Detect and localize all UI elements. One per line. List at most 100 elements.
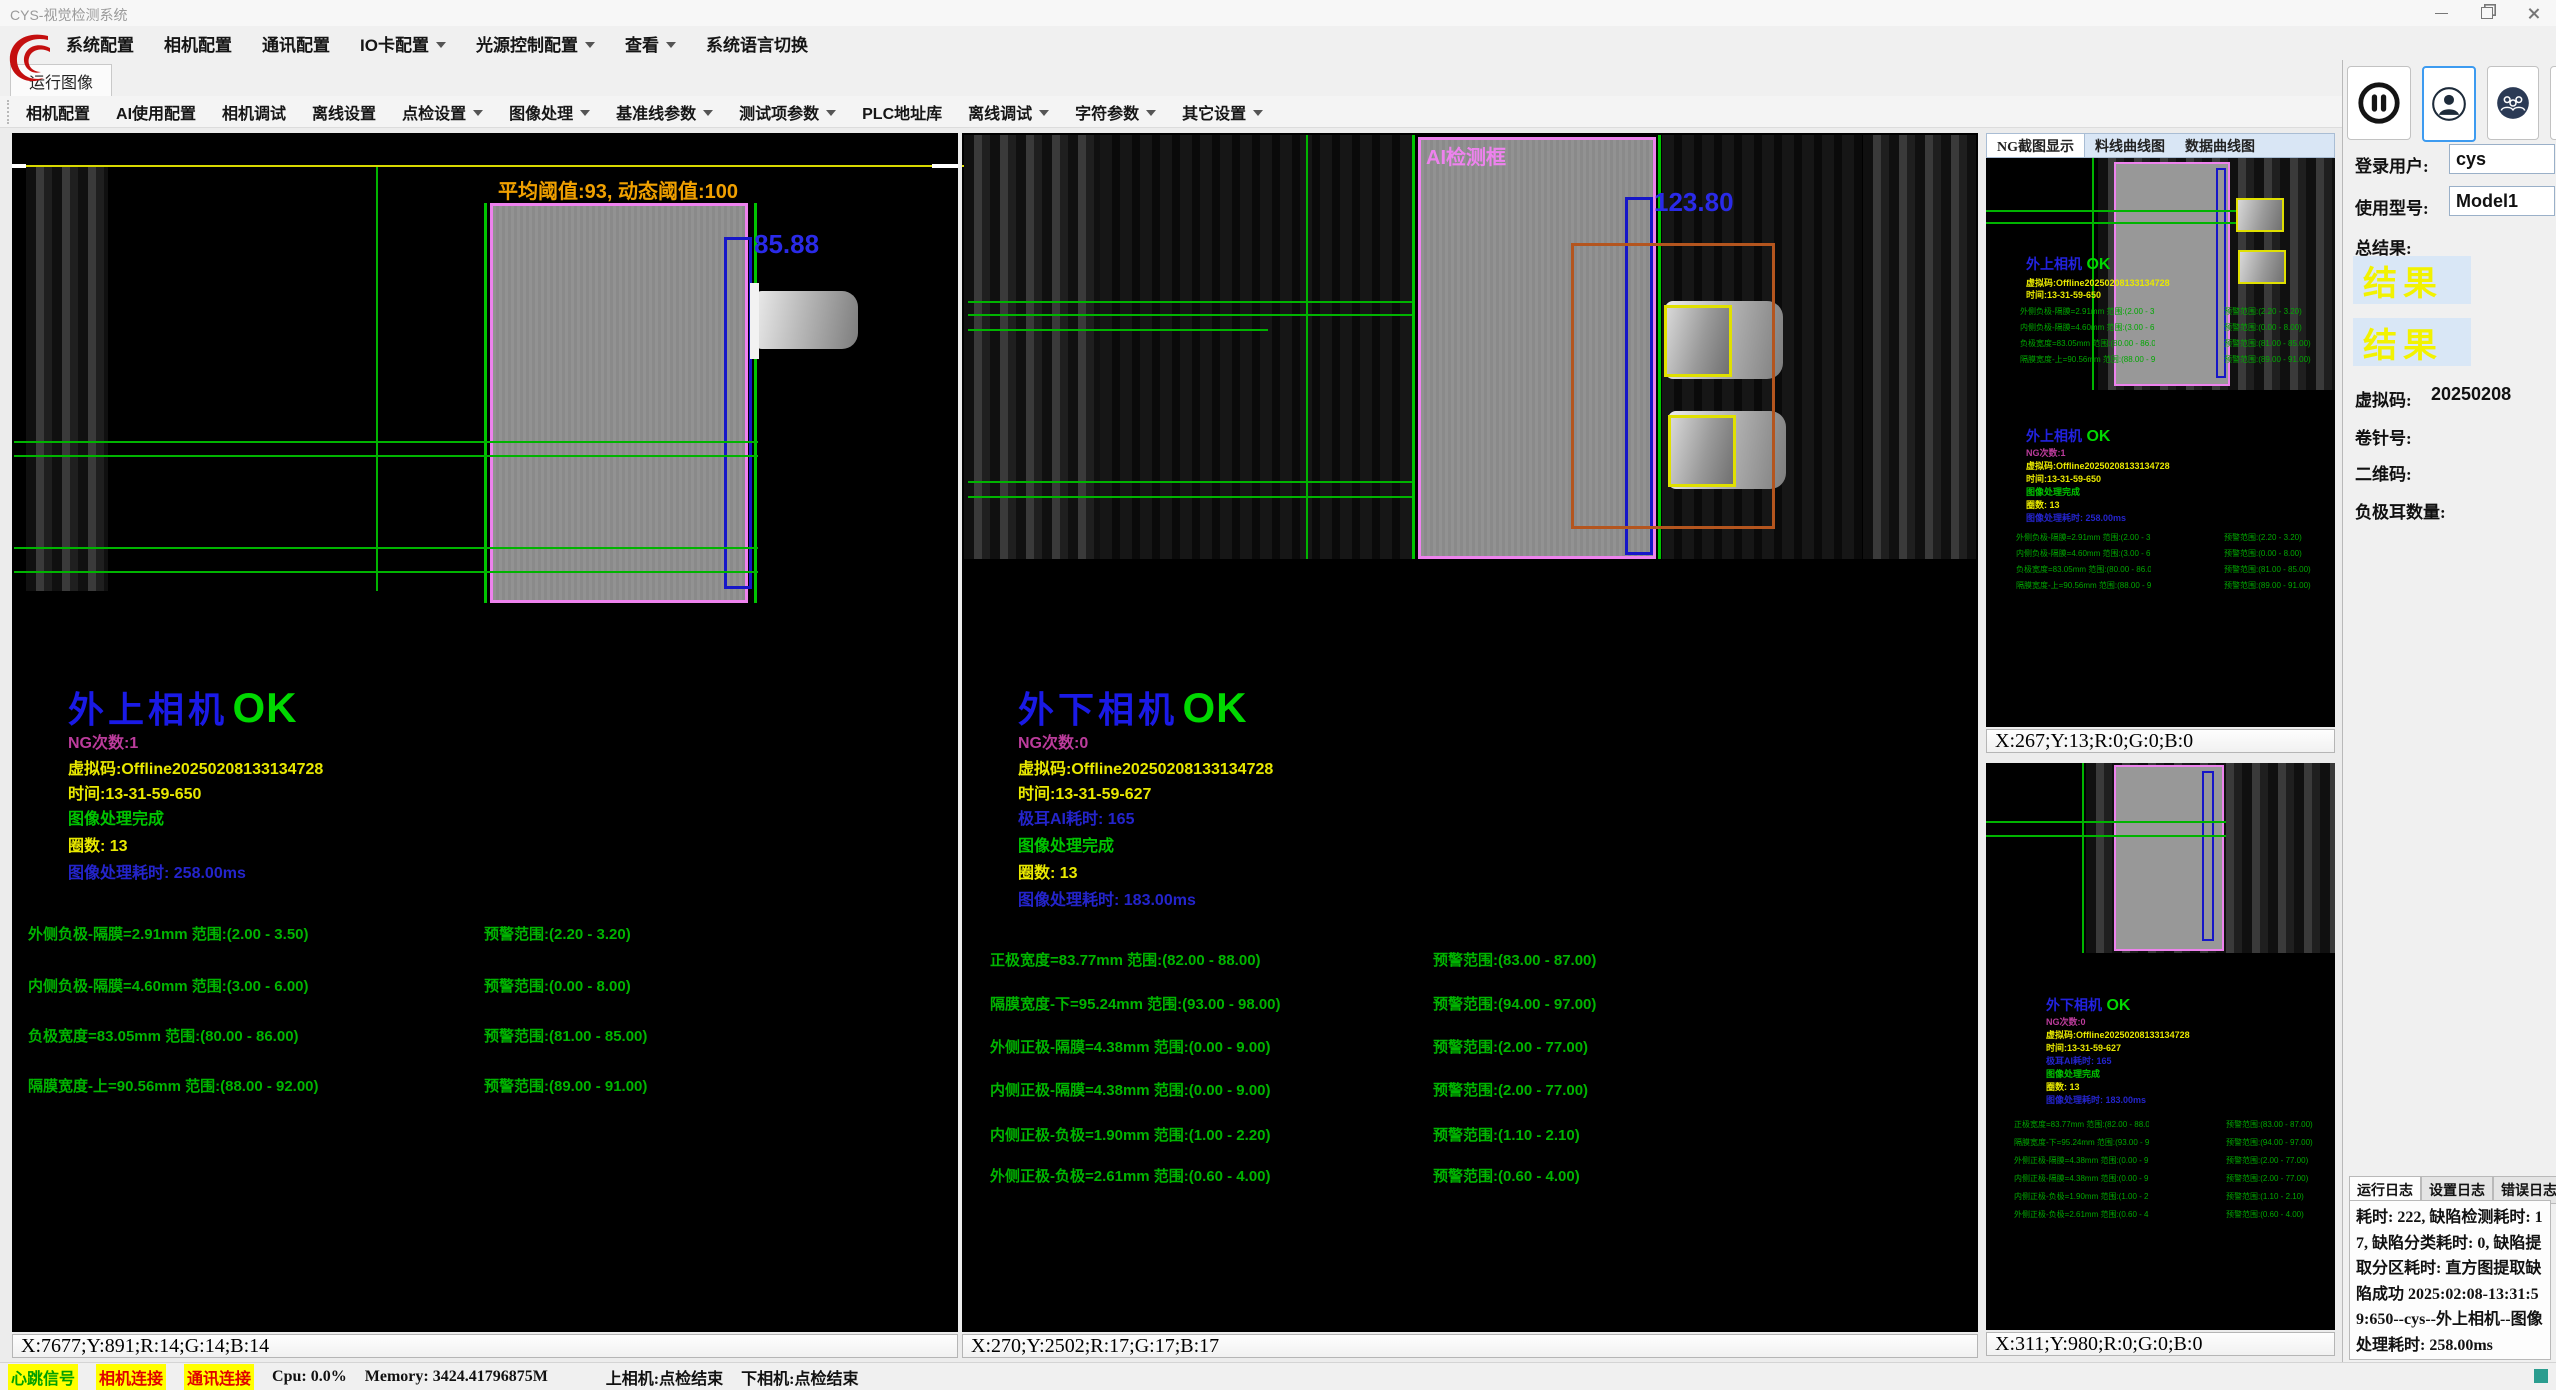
mini-measure: 内侧正极-隔膜=4.38mm 范围:(0.00 - 9.00) <box>2014 1173 2149 1184</box>
camera-result-label: OK <box>232 684 297 731</box>
measure-value-label: 85.88 <box>754 229 819 260</box>
mini-elapsed-label: 图像处理耗时: 183.00ms <box>2046 1093 2146 1106</box>
tool-char-params[interactable]: 字符参数 <box>1075 100 1156 124</box>
menu-system-config[interactable]: 系统配置 <box>66 31 134 56</box>
mini-measure: 隔膜宽度-上=90.56mm 范围:(88.00 - 92.00) <box>2016 580 2151 591</box>
mini-green-line <box>1986 222 2236 224</box>
menu-io-card-config[interactable]: IO卡配置 <box>360 31 446 56</box>
login-user-input[interactable]: cys <box>2449 144 2555 174</box>
tool-baseline-params[interactable]: 基准线参数 <box>616 100 713 124</box>
measurement-warn: 预警范围:(0.00 - 8.00) <box>484 975 631 996</box>
tool-other-settings[interactable]: 其它设置 <box>1182 100 1263 124</box>
camera-name-label: 外上相机 <box>68 689 228 730</box>
threshold-overlay-label: 平均阈值:93, 动态阈值:100 <box>498 175 738 204</box>
measurement-warn: 预警范围:(2.20 - 3.20) <box>484 923 631 944</box>
run-log-text[interactable]: 耗时: 222, 缺陷检测耗时: 17, 缺陷分类耗时: 0, 缺陷提取分区耗时… <box>2349 1200 2551 1360</box>
tool-plc-address-lib[interactable]: PLC地址库 <box>862 100 942 124</box>
measure-green-line <box>968 496 1414 498</box>
user-manage-button[interactable] <box>2487 66 2539 140</box>
tool-camera-config[interactable]: 相机配置 <box>26 100 90 124</box>
upper-camera-coords: X:7677;Y:891;R:14;G:14;B:14 <box>12 1334 958 1358</box>
tool-image-processing[interactable]: 图像处理 <box>509 100 590 124</box>
time-label: 时间:13-31-59-627 <box>1018 780 1151 804</box>
mini-ai-label: 极耳AI耗时: 165 <box>2046 1054 2112 1067</box>
mini-done-label: 图像处理完成 <box>2026 485 2080 498</box>
tool-test-item-params[interactable]: 测试项参数 <box>739 100 836 124</box>
reference-green-line <box>376 167 378 591</box>
measurement-row: 内侧正极-隔膜=4.38mm 范围:(0.00 - 9.00) <box>990 1079 1271 1100</box>
camera-name-label: 外上相机 <box>2026 428 2082 444</box>
roi-orange-box <box>1571 243 1775 529</box>
result-text-lower: 结果 <box>2363 318 2443 367</box>
tab-data-curve[interactable]: 数据曲线图 <box>2175 134 2265 157</box>
mini-measure: 预警范围:(81.00 - 85.00) <box>2224 564 2311 575</box>
minimize-icon <box>2435 13 2448 14</box>
process-elapsed-label: 图像处理耗时: 258.00ms <box>68 859 246 883</box>
logout-button[interactable] <box>2550 66 2556 140</box>
time-label: 时间:13-31-59-650 <box>68 780 201 804</box>
menu-comm-config[interactable]: 通讯配置 <box>262 31 330 56</box>
right-sidebar: 登录用户: cys 使用型号: Model1 总结果: 结果 结果 虚拟码: 2… <box>2342 60 2556 1362</box>
upper-camera-view[interactable]: 平均阈值:93, 动态阈值:100 85.88 外上相机 OK NG次数:1 虚… <box>12 133 958 1332</box>
mini-green-line <box>2082 763 2084 953</box>
mini-measure: 外侧正极-负极=2.61mm 范围:(0.60 - 4.00) <box>2014 1209 2149 1220</box>
tab-ng-screenshot[interactable]: NG截图显示 <box>1987 134 2085 157</box>
tool-offline-debug[interactable]: 离线调试 <box>968 100 1049 124</box>
pause-button[interactable] <box>2347 66 2411 140</box>
measurement-row: 内侧负极-隔膜=4.60mm 范围:(3.00 - 6.00) <box>28 975 309 996</box>
virtual-code-label: 虚拟码:Offline20250208133134728 <box>68 755 323 779</box>
image-texture <box>26 167 108 591</box>
restore-button[interactable] <box>2464 0 2510 26</box>
mini-measure: 预警范围:(81.00 - 85.00) <box>2224 338 2311 349</box>
menu-view[interactable]: 查看 <box>625 31 676 56</box>
virtual-code-label: 虚拟码:Offline20250208133134728 <box>1018 755 1273 779</box>
tool-offline-settings[interactable]: 离线设置 <box>312 100 376 124</box>
tool-ai-usage-config[interactable]: AI使用配置 <box>116 100 196 124</box>
toolbar-grip <box>7 100 9 124</box>
lower-cam-check-status: 下相机:点检结束 <box>741 1365 858 1389</box>
tab-material-curve[interactable]: 料线曲线图 <box>2085 134 2175 157</box>
mini-ng-label: NG次数:0 <box>2046 1015 2086 1028</box>
mini-measure: 预警范围:(2.20 - 3.20) <box>2224 306 2302 317</box>
measure-green-line <box>968 301 1414 303</box>
lower-camera-view[interactable]: AI检测框 123.80 外下相机 OK NG次数:0 虚拟码:Offline2… <box>962 133 1978 1332</box>
measure-green-line <box>14 455 758 457</box>
camera-result-label: OK <box>2086 428 2110 445</box>
model-input[interactable]: Model1 <box>2449 186 2555 216</box>
measurement-warn: 预警范围:(2.00 - 77.00) <box>1433 1079 1588 1100</box>
user-login-button[interactable] <box>2422 66 2476 142</box>
measurement-row: 内侧正极-负极=1.90mm 范围:(1.00 - 2.20) <box>990 1124 1271 1145</box>
measurement-row: 外侧正极-负极=2.61mm 范围:(0.60 - 4.00) <box>990 1165 1271 1186</box>
minimize-button[interactable] <box>2418 0 2464 26</box>
menu-language-switch[interactable]: 系统语言切换 <box>706 31 808 56</box>
film-edge-line <box>754 203 757 603</box>
mini-measure: 预警范围:(0.60 - 4.00) <box>2226 1209 2304 1220</box>
mini-measure: 负极宽度=83.05mm 范围:(80.00 - 86.00) <box>2020 338 2155 349</box>
model-label: 使用型号: <box>2355 194 2429 219</box>
mini-time-label: 时间:13-31-59-650 <box>2026 288 2101 301</box>
app-window: { "window": { "title": "CYS-视觉检测系统" }, "… <box>0 0 2556 1390</box>
measurement-warn: 预警范围:(83.00 - 87.00) <box>1433 949 1596 970</box>
comm-connection-status: 通讯连接 <box>184 1364 254 1390</box>
mini-status-title: 外上相机 OK <box>2026 426 2110 446</box>
measurement-row: 隔膜宽度-上=90.56mm 范围:(88.00 - 92.00) <box>28 1075 319 1096</box>
mini-yellow-box <box>2238 250 2286 284</box>
ng-snapshot-lower[interactable]: 外下相机 OK NG次数:0 虚拟码:Offline20250208133134… <box>1986 763 2335 1330</box>
mini-measure: 内侧正极-负极=1.90mm 范围:(1.00 - 2.20) <box>2014 1191 2149 1202</box>
close-button[interactable] <box>2510 0 2556 26</box>
mini-measure: 负极宽度=83.05mm 范围:(80.00 - 86.00) <box>2016 564 2151 575</box>
reference-green-line <box>1306 135 1308 559</box>
measurement-warn: 预警范围:(89.00 - 91.00) <box>484 1075 647 1096</box>
menu-light-control-config[interactable]: 光源控制配置 <box>476 31 595 56</box>
mini-done-label: 图像处理完成 <box>2046 1067 2100 1080</box>
upper-camera-status-block: 外上相机 OK <box>68 681 297 733</box>
ng-count-label: NG次数:0 <box>1018 729 1088 753</box>
measure-value-label: 123.80 <box>1654 187 1734 218</box>
ng-snapshot-upper[interactable]: 外上相机 OK 虚拟码:Offline20250208133134728 时间:… <box>1986 158 2335 727</box>
camera-result-label: OK <box>1182 684 1247 731</box>
camera-name-label: 外下相机 <box>1018 689 1178 730</box>
tool-spot-check-settings[interactable]: 点检设置 <box>402 100 483 124</box>
tool-camera-debug[interactable]: 相机调试 <box>222 100 286 124</box>
menu-camera-config[interactable]: 相机配置 <box>164 31 232 56</box>
cpu-usage: Cpu: 0.0% <box>272 1368 347 1386</box>
